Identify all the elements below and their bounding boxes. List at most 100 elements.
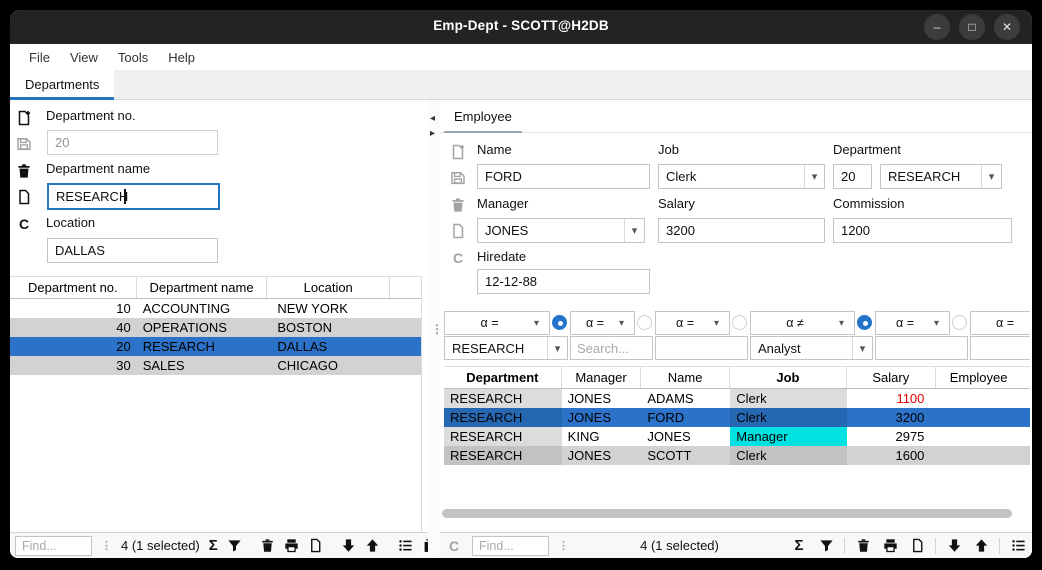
split-divider[interactable]: ◂ ▸ ⋮: [428, 100, 440, 558]
delete-button[interactable]: [854, 536, 872, 556]
filter-op-job[interactable]: α ≠▾: [750, 311, 855, 335]
aggregate-button[interactable]: Σ: [209, 536, 218, 556]
list-view-button[interactable]: [1009, 536, 1027, 556]
duplicate-record-button[interactable]: [16, 189, 32, 205]
table-row-selected[interactable]: 20 RESEARCH DALLAS: [10, 337, 421, 356]
arrow-up-icon: [365, 538, 380, 553]
table-row[interactable]: RESEARCH JONES ADAMS Clerk 1100: [444, 389, 1030, 408]
move-down-button[interactable]: [341, 536, 356, 556]
department-combobox[interactable]: RESEARCH ▾: [880, 164, 1002, 189]
collapse-right-arrow[interactable]: ▸: [430, 129, 435, 139]
col-header-department[interactable]: Department: [444, 367, 562, 388]
filter-value-employee[interactable]: [970, 336, 1030, 360]
filter-value-name[interactable]: [655, 336, 748, 360]
filter-value-manager[interactable]: [570, 336, 653, 360]
col-header-name[interactable]: Name: [641, 367, 730, 388]
cell-name: ADAMS: [641, 389, 730, 408]
print-button[interactable]: [284, 536, 299, 556]
filter-radio-name[interactable]: [732, 315, 747, 330]
delete-button[interactable]: [260, 536, 275, 556]
print-button[interactable]: [881, 536, 899, 556]
dept-no-field[interactable]: [833, 164, 872, 189]
cell-dept-no: 20: [10, 337, 137, 356]
filter-value-department[interactable]: RESEARCH ▾: [444, 336, 568, 360]
save-button[interactable]: [16, 136, 32, 152]
horizontal-scrollbar[interactable]: [440, 508, 1032, 520]
filter-op-name[interactable]: α =▾: [655, 311, 730, 335]
move-up-button[interactable]: [972, 536, 990, 556]
export-button[interactable]: [908, 536, 926, 556]
emp-refresh-status-button[interactable]: C: [445, 536, 463, 556]
col-header-dept-no[interactable]: Department no.: [10, 277, 137, 298]
location-field[interactable]: [47, 238, 218, 263]
dept-name-field[interactable]: [47, 183, 220, 210]
dept-no-field[interactable]: [47, 130, 218, 155]
move-up-button[interactable]: [365, 536, 380, 556]
menu-tools[interactable]: Tools: [109, 48, 157, 67]
col-header-employee[interactable]: Employee: [936, 367, 1030, 388]
filter-op-department[interactable]: α =▾: [444, 311, 550, 335]
emp-find-input[interactable]: [472, 536, 549, 556]
filter-button[interactable]: [227, 536, 242, 556]
employee-tabstrip: Employee: [440, 100, 1032, 133]
export-button[interactable]: [308, 536, 323, 556]
table-row[interactable]: RESEARCH KING JONES Manager 2975: [444, 427, 1030, 446]
tab-employee[interactable]: Employee: [444, 102, 522, 133]
salary-field[interactable]: [658, 218, 825, 243]
chevron-down-icon: ▾: [534, 318, 549, 329]
col-header-manager[interactable]: Manager: [562, 367, 641, 388]
filter-op-manager[interactable]: α =▾: [570, 311, 635, 335]
move-down-button[interactable]: [945, 536, 963, 556]
menu-file[interactable]: File: [20, 48, 59, 67]
emp-refresh-button[interactable]: C: [450, 250, 466, 266]
filter-radio-department[interactable]: [552, 315, 567, 330]
filter-op-employee[interactable]: α =: [970, 311, 1030, 335]
table-row-selected[interactable]: RESEARCH JONES FORD Clerk 3200: [444, 408, 1030, 427]
collapse-left-arrow[interactable]: ◂: [430, 114, 435, 124]
trash-icon: [450, 197, 466, 213]
filter-button[interactable]: [817, 536, 835, 556]
filter-radio-job[interactable]: [857, 315, 872, 330]
dept-find-input[interactable]: [15, 536, 92, 556]
filter-value-job[interactable]: Analyst ▾: [750, 336, 873, 360]
page-plus-icon: [16, 110, 32, 126]
filter-radio-manager[interactable]: [637, 315, 652, 330]
scrollbar-thumb[interactable]: [442, 509, 1012, 518]
col-header-dept-name[interactable]: Department name: [137, 277, 268, 298]
cell-salary: 1600: [847, 446, 936, 465]
filter-value-salary[interactable]: [875, 336, 968, 360]
aggregate-button[interactable]: Σ: [790, 536, 808, 556]
filter-op-salary[interactable]: α =▾: [875, 311, 950, 335]
tab-departments[interactable]: Departments: [10, 70, 114, 100]
floppy-icon: [450, 170, 466, 186]
table-row[interactable]: 40 OPERATIONS BOSTON: [10, 318, 421, 337]
menu-view[interactable]: View: [61, 48, 107, 67]
add-record-button[interactable]: [16, 110, 32, 126]
col-header-job[interactable]: Job: [730, 367, 847, 388]
emp-save-button[interactable]: [450, 170, 466, 186]
hiredate-field[interactable]: [477, 269, 650, 294]
table-row[interactable]: 30 SALES CHICAGO: [10, 356, 421, 375]
col-header-salary[interactable]: Salary: [847, 367, 936, 388]
minimize-button[interactable]: –: [924, 14, 950, 40]
menu-help[interactable]: Help: [159, 48, 204, 67]
job-combobox[interactable]: Clerk ▾: [658, 164, 825, 189]
col-header-location[interactable]: Location: [267, 277, 390, 298]
dept-no-label: Department no.: [46, 108, 136, 123]
table-row[interactable]: RESEARCH JONES SCOTT Clerk 1600: [444, 446, 1030, 465]
refresh-button[interactable]: C: [16, 216, 32, 232]
filter-department-value: RESEARCH: [445, 341, 547, 356]
filter-radio-salary[interactable]: [952, 315, 967, 330]
manager-combobox[interactable]: JONES ▾: [477, 218, 645, 243]
emp-add-record-button[interactable]: [450, 144, 466, 160]
name-field[interactable]: [477, 164, 650, 189]
table-row[interactable]: 10 ACCOUNTING NEW YORK: [10, 299, 421, 318]
delete-record-button[interactable]: [16, 163, 32, 179]
emp-duplicate-record-button[interactable]: [450, 223, 466, 239]
emp-delete-record-button[interactable]: [450, 197, 466, 213]
close-button[interactable]: ✕: [994, 14, 1020, 40]
maximize-button[interactable]: □: [959, 14, 985, 40]
commission-field[interactable]: [833, 218, 1012, 243]
floppy-icon: [16, 136, 32, 152]
list-view-button[interactable]: [398, 536, 413, 556]
